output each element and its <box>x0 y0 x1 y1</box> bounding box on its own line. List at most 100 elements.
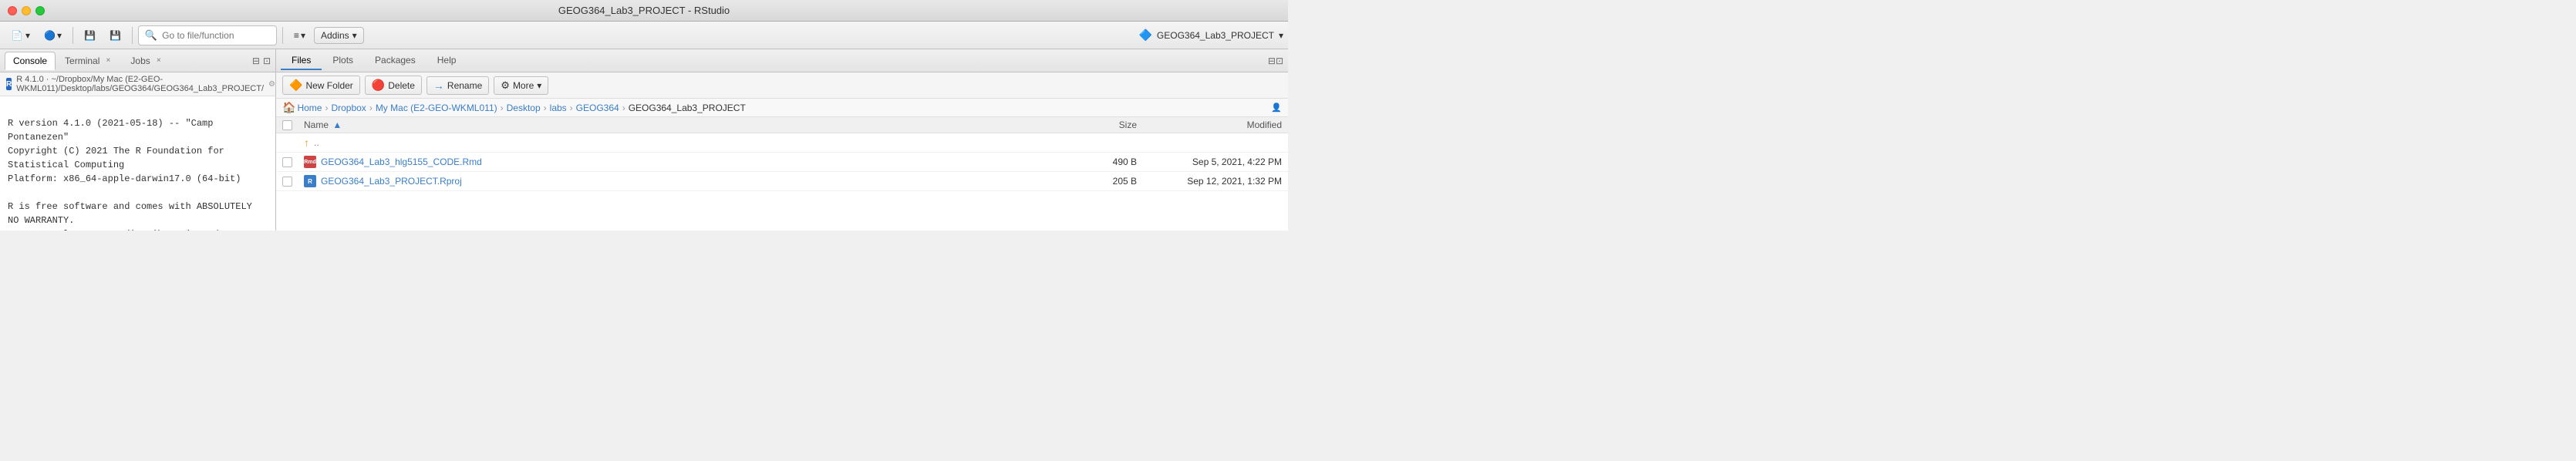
delete-label: Delete <box>388 80 415 91</box>
code-tools-dropdown: ▾ <box>301 30 305 41</box>
table-row[interactable]: Rmd GEOG364_Lab3_hlg5155_CODE.Rmd 490 B … <box>276 153 1288 172</box>
table-row[interactable]: R GEOG364_Lab3_PROJECT.Rproj 205 B Sep 1… <box>276 172 1288 191</box>
window-title: GEOG364_Lab3_PROJECT - RStudio <box>558 5 730 16</box>
tab-plots-label: Plots <box>332 55 353 66</box>
code-tools-icon: ≡ <box>294 30 299 41</box>
rmd-modified: Sep 5, 2021, 4:22 PM <box>1143 156 1282 167</box>
breadcrumb-sep-2: › <box>369 103 373 113</box>
toolbar-sep-1 <box>72 27 73 44</box>
header-modified[interactable]: Modified <box>1143 119 1282 130</box>
tab-terminal[interactable]: Terminal × <box>57 52 121 69</box>
files-tab-bar: Files Plots Packages Help ⊟ ⊡ <box>276 49 1288 72</box>
addins-button[interactable]: Addins ▾ <box>314 27 364 44</box>
breadcrumb-desktop[interactable]: Desktop <box>507 103 541 113</box>
minimize-panel-button[interactable]: ⊟ <box>252 56 260 66</box>
rmd-checkbox[interactable] <box>282 157 292 167</box>
rmd-filename[interactable]: GEOG364_Lab3_hlg5155_CODE.Rmd <box>321 156 482 167</box>
goto-field[interactable]: 🔍 <box>138 25 277 45</box>
more-button[interactable]: ⚙ More ▾ <box>494 76 548 95</box>
breadcrumb-geog364[interactable]: GEOG364 <box>576 103 619 113</box>
save-all-button[interactable]: 💾 <box>104 27 126 44</box>
rename-button[interactable]: → Rename <box>427 76 489 95</box>
tab-console[interactable]: Console <box>5 52 56 70</box>
files-panel-minimize[interactable]: ⊟ <box>1268 56 1276 66</box>
header-size[interactable]: Size <box>1075 119 1137 130</box>
project-icon: 🔷 <box>1138 29 1151 42</box>
tab-help[interactable]: Help <box>427 52 467 70</box>
tab-help-label: Help <box>437 55 457 66</box>
tab-plots[interactable]: Plots <box>322 52 364 70</box>
breadcrumb-sep-1: › <box>325 103 328 113</box>
header-check <box>282 120 298 130</box>
delete-button[interactable]: 🔴 Delete <box>365 76 422 95</box>
breadcrumb-sep-4: › <box>544 103 547 113</box>
goto-input[interactable] <box>162 30 270 41</box>
rmd-name-cell: Rmd GEOG364_Lab3_hlg5155_CODE.Rmd <box>304 156 1069 168</box>
terminal-close-icon[interactable]: × <box>103 56 113 66</box>
rename-icon: → <box>433 79 444 92</box>
main-toolbar: 📄 ▾ 🔵 ▾ 💾 💾 🔍 ≡ ▾ Addins ▾ 🔷 GEOG364_Lab… <box>0 22 1288 49</box>
breadcrumb-dropbox[interactable]: Dropbox <box>331 103 366 113</box>
console-line-4: Platform: x86_64-apple-darwin17.0 (64-bi… <box>8 172 268 186</box>
tab-packages[interactable]: Packages <box>364 52 427 70</box>
table-row[interactable]: ↑ .. <box>276 133 1288 153</box>
rproj-file-icon: R <box>304 175 316 187</box>
file-table-header: Name ▲ Size Modified <box>276 117 1288 133</box>
save-button[interactable]: 💾 <box>79 27 101 44</box>
rproj-filename[interactable]: GEOG364_Lab3_PROJECT.Rproj <box>321 176 462 187</box>
files-toolbar: 🔶 New Folder 🔴 Delete → Rename ⚙ More ▾ <box>276 72 1288 99</box>
console-path-bar: R R 4.1.0 · ~/Dropbox/My Mac (E2-GEO-WKM… <box>0 72 275 96</box>
rmd-size: 490 B <box>1075 156 1137 167</box>
addins-dropdown-icon: ▾ <box>352 30 357 41</box>
project-label: GEOG364_Lab3_PROJECT <box>1157 30 1274 41</box>
new-file-button[interactable]: 📄 ▾ <box>5 25 35 45</box>
header-name[interactable]: Name ▲ <box>304 119 1069 130</box>
breadcrumb-sep-6: › <box>622 103 625 113</box>
breadcrumb-home[interactable]: Home <box>297 103 322 113</box>
console-tab-icons: ⊟ ⊡ <box>252 56 271 66</box>
close-button[interactable] <box>8 6 17 15</box>
breadcrumb-project: GEOG364_Lab3_PROJECT <box>629 103 746 113</box>
tab-terminal-label: Terminal <box>65 56 99 66</box>
console-line-3: Copyright (C) 2021 The R Foundation for … <box>8 144 268 172</box>
breadcrumb: 🏠 Home › Dropbox › My Mac (E2-GEO-WKML01… <box>276 99 1288 117</box>
jobs-close-icon[interactable]: × <box>153 56 164 66</box>
minimize-button[interactable] <box>22 6 31 15</box>
select-all-checkbox[interactable] <box>282 120 292 130</box>
rproj-size: 205 B <box>1075 176 1137 187</box>
code-tools-button[interactable]: ≡ ▾ <box>288 27 311 44</box>
console-content[interactable]: R version 4.1.0 (2021-05-18) -- "Camp Po… <box>0 96 275 230</box>
main-layout: Console Terminal × Jobs × ⊟ ⊡ R R 4.1.0 … <box>0 49 1288 230</box>
more-dropdown-icon: ▾ <box>537 80 541 91</box>
rproj-checkbox[interactable] <box>282 177 292 187</box>
r-icon: R <box>6 78 12 90</box>
tab-jobs-label: Jobs <box>130 56 150 66</box>
console-line-2: R version 4.1.0 (2021-05-18) -- "Camp Po… <box>8 116 268 144</box>
files-panel-maximize[interactable]: ⊡ <box>1276 56 1283 66</box>
new-folder-button[interactable]: 🔶 New Folder <box>282 76 360 95</box>
console-line-5 <box>8 186 268 200</box>
breadcrumb-sep-5: › <box>570 103 573 113</box>
rename-label: Rename <box>447 80 482 91</box>
up-arrow-icon: ↑ <box>304 136 309 149</box>
row-check-rmd[interactable] <box>282 157 298 167</box>
right-panel: Files Plots Packages Help ⊟ ⊡ 🔶 New Fold… <box>276 49 1288 230</box>
delete-icon: 🔴 <box>372 79 385 92</box>
console-line-7: You are welcome to redistribute it under… <box>8 227 268 230</box>
open-project-button[interactable]: 🔵 ▾ <box>39 27 67 44</box>
row-check-rproj[interactable] <box>282 177 298 187</box>
new-folder-icon: 🔶 <box>289 79 302 92</box>
save-all-icon: 💾 <box>110 30 121 41</box>
tab-jobs[interactable]: Jobs × <box>123 52 171 69</box>
addins-label: Addins <box>321 30 349 41</box>
breadcrumb-mac[interactable]: My Mac (E2-GEO-WKML011) <box>376 103 497 113</box>
maximize-button[interactable] <box>35 6 45 15</box>
gear-icon: ⚙ <box>501 79 510 92</box>
maximize-panel-button[interactable]: ⊡ <box>263 56 271 66</box>
parent-dir-label: .. <box>314 137 319 148</box>
breadcrumb-sep-3: › <box>501 103 504 113</box>
left-panel: Console Terminal × Jobs × ⊟ ⊡ R R 4.1.0 … <box>0 49 276 230</box>
breadcrumb-labs[interactable]: labs <box>550 103 567 113</box>
traffic-lights <box>8 6 45 15</box>
tab-files[interactable]: Files <box>281 52 322 70</box>
